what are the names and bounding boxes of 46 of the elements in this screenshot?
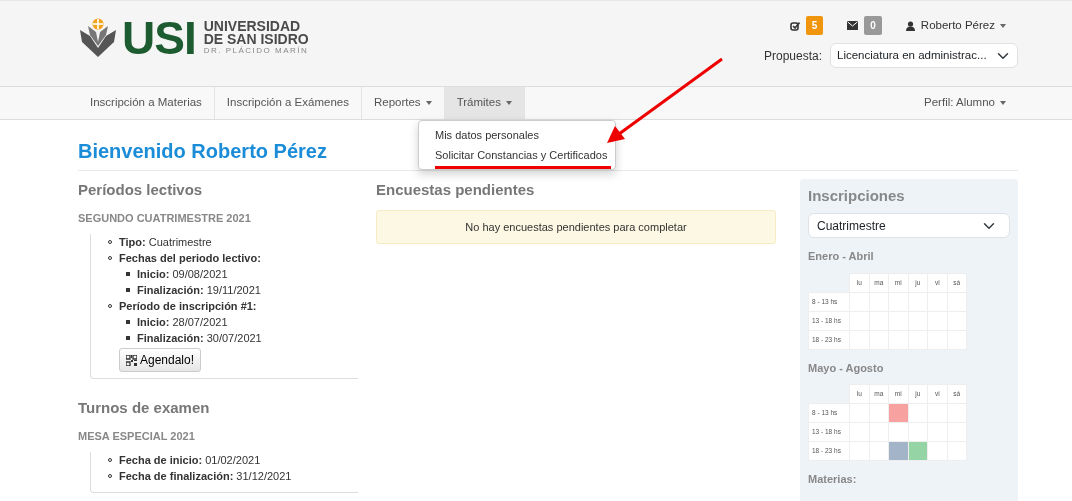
proposal-label: Propuesta: [763, 47, 822, 65]
nav-item[interactable]: Trámites [444, 87, 525, 119]
empty-surveys-alert: No hay encuestas pendientes para completar [376, 209, 776, 244]
logo-name: DE SAN ISIDRO [203, 33, 309, 46]
section-heading: Períodos lectivos [78, 180, 204, 200]
nav-item[interactable]: Inscripción a Materias [78, 87, 215, 119]
user-icon [905, 20, 915, 31]
schedule-button[interactable]: Agendalo! [119, 348, 202, 372]
list-item: Fecha de finalización: 31/12/2021 [119, 470, 292, 482]
list-item: Finalización: 30/07/2021 [137, 332, 262, 344]
nav-item[interactable]: Reportes [361, 87, 445, 119]
list-item: Período de inscripción #1: [119, 300, 257, 312]
section-heading: Turnos de examen [78, 398, 211, 418]
profile-menu[interactable]: Perfil: Alumno [912, 87, 1018, 119]
proposal-select[interactable]: Licenciatura en administrac... [830, 43, 1018, 68]
menu-item[interactable]: Mis datos personales [435, 125, 539, 145]
envelope-icon[interactable] [847, 21, 859, 30]
subjects-heading: Materias: [808, 472, 858, 487]
task-check-icon[interactable] [789, 20, 800, 31]
bullet-icon [126, 288, 130, 293]
period-name: SEGUNDO CUATRIMESTRE 2021 [78, 210, 252, 226]
user-menu[interactable]: Roberto Pérez [920, 16, 1006, 35]
qr-code-icon [126, 354, 137, 366]
exam-period-name: MESA ESPECIAL 2021 [78, 428, 196, 444]
nav-item[interactable]: Inscripción a Exámenes [214, 87, 362, 119]
bullet-icon [126, 320, 130, 325]
logo-subtitle: DR. PLÁCIDO MARÍN [203, 46, 309, 56]
bullet-icon [126, 336, 130, 341]
calendar-heading: Enero - Abril [808, 249, 875, 264]
messages-count: 0 [864, 16, 882, 35]
section-heading: Encuestas pendientes [376, 180, 536, 200]
sidebar-heading: Inscripciones [808, 187, 906, 205]
list-item: Tipo: Cuatrimestre [119, 236, 212, 248]
tasks-count: 5 [805, 16, 824, 35]
logo-emblem-icon [78, 18, 118, 58]
logo-name: UNIVERSIDAD [203, 20, 302, 33]
menu-item[interactable]: Solicitar Constancias y Certificados [435, 145, 608, 165]
period-select[interactable]: Cuatrimestre [808, 213, 1010, 238]
list-item: Inicio: 09/08/2021 [137, 268, 228, 280]
calendar-heading: Mayo - Agosto [808, 360, 885, 376]
list-item: Inicio: 28/07/2021 [137, 316, 228, 328]
logo-acronym: USI [122, 15, 196, 61]
bullet-icon [126, 272, 130, 277]
list-item: Fechas del periodo lectivo: [119, 252, 261, 264]
list-item: Fecha de inicio: 01/02/2021 [119, 454, 261, 466]
list-item: Finalización: 19/11/2021 [137, 284, 261, 296]
